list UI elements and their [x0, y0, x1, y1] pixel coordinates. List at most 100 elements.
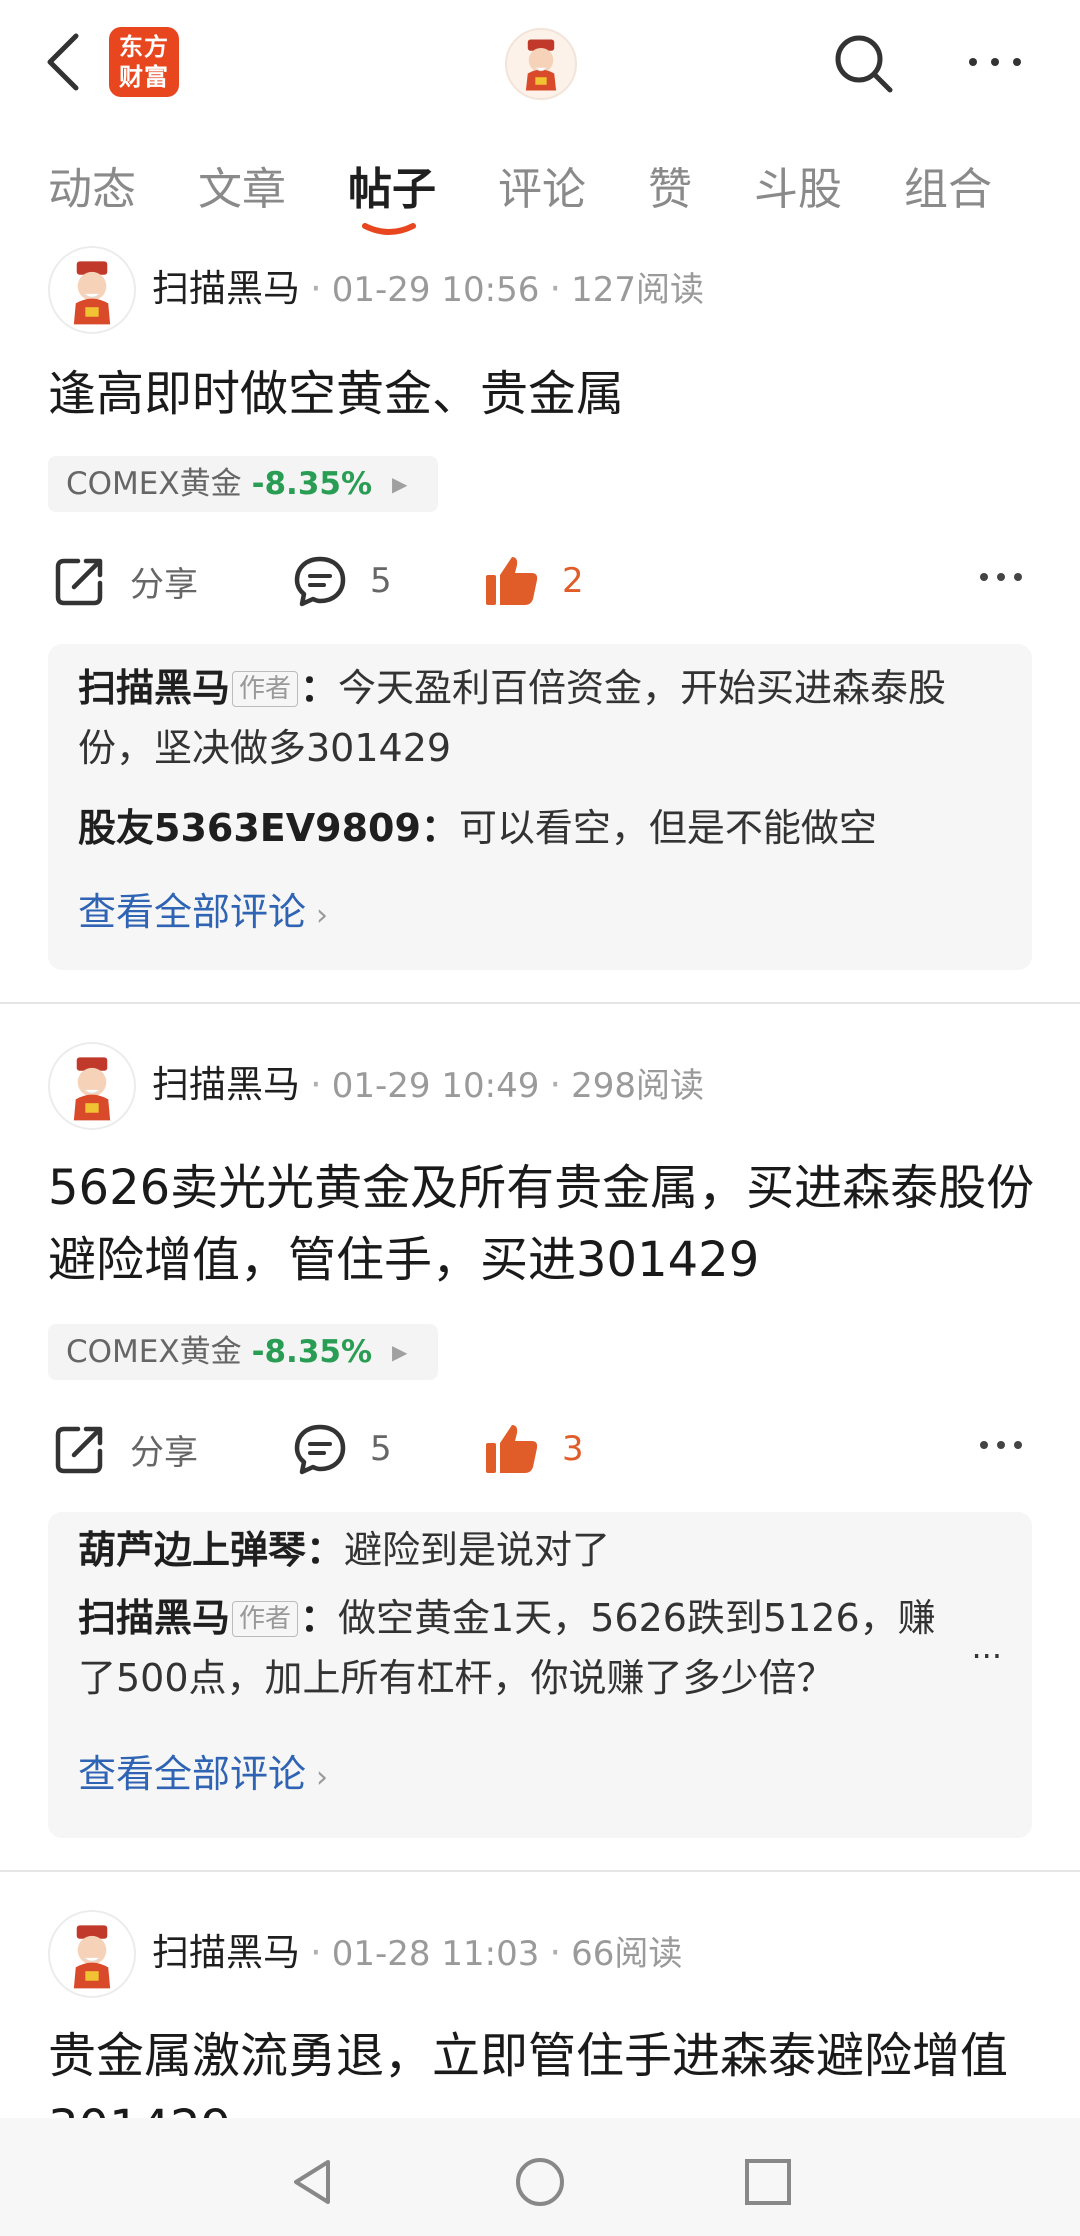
view-all-comments-link[interactable]: 查看全部评论 ›: [78, 882, 328, 946]
author-avatar[interactable]: [48, 1042, 136, 1130]
meta-separator: ·: [310, 267, 322, 310]
read-count: 127阅读: [571, 270, 705, 310]
post-divider: [0, 1002, 1080, 1004]
caishen-avatar-icon: [73, 261, 111, 325]
comment-colon: ：: [300, 1596, 339, 1640]
meta-separator: ·: [549, 1063, 562, 1106]
comment-text: 可以看空，但是不能做空: [458, 806, 877, 850]
tab-comments[interactable]: 评论: [498, 160, 586, 220]
search-icon[interactable]: [830, 30, 896, 96]
author-avatar[interactable]: [48, 1910, 136, 1998]
tab-dynamic[interactable]: 动态: [48, 160, 136, 220]
tab-portfolio[interactable]: 组合: [904, 160, 992, 220]
view-all-comments-link[interactable]: 查看全部评论 ›: [78, 1744, 328, 1808]
thumbs-up-icon: [486, 557, 538, 605]
stock-tag-change: -8.35%: [251, 466, 373, 502]
stock-tag-change: -8.35%: [251, 1334, 373, 1370]
comment-colon: ：: [300, 666, 339, 710]
meta-separator: ·: [549, 1931, 562, 1974]
author-avatar[interactable]: [48, 246, 136, 334]
comment-user[interactable]: 股友5363EV9809: [78, 806, 421, 850]
post-title[interactable]: 5626卖光光黄金及所有贵金属，买进森泰股份避险增值，管住手，买进301429: [48, 1152, 1038, 1296]
post-title[interactable]: 逢高即时做空黄金、贵金属: [48, 358, 1038, 430]
post-card[interactable]: 扫描黑马 · 01-28 11:03 · 66阅读 贵金属激流勇退，立即管住手进森泰避险…: [0, 1904, 1080, 2118]
eastmoney-logo[interactable]: 东方 财富: [109, 27, 179, 97]
share-label: 分享: [130, 1432, 198, 1473]
post-actions: 分享 5 2: [0, 546, 1080, 616]
view-all-label: 查看全部评论: [78, 890, 307, 934]
comment-item[interactable]: 扫描黑马 作者 ：今天盈利百倍资金，开始买进森泰股份，坚决做多301429: [78, 658, 998, 778]
author-badge: 作者: [232, 671, 299, 707]
comment-user[interactable]: 葫芦边上弹琴: [78, 1528, 306, 1572]
comment-preview: 扫描黑马 作者 ：今天盈利百倍资金，开始买进森泰股份，坚决做多301429 股友53…: [48, 644, 1032, 970]
back-arrow-icon[interactable]: [40, 30, 90, 94]
author-name[interactable]: 扫描黑马: [152, 267, 300, 310]
nav-home-icon[interactable]: [512, 2154, 568, 2210]
comment-text: 避险到是说对了: [344, 1528, 611, 1572]
post-time: 01-29 10:56: [331, 270, 540, 310]
comment-colon: ：: [306, 1528, 345, 1572]
post-more-icon[interactable]: [978, 1438, 1024, 1452]
meta-separator: ·: [310, 1931, 322, 1974]
post-meta: 扫描黑马 · 01-28 11:03 · 66阅读: [152, 1928, 682, 1979]
tab-stock-battle[interactable]: 斗股: [754, 160, 842, 220]
comment-user[interactable]: 扫描黑马: [78, 666, 230, 710]
post-divider: [0, 1870, 1080, 1872]
comment-preview: 葫芦边上弹琴：避险到是说对了 扫描黑马 作者 ：做空黄金1天，5626跌到5126，…: [48, 1512, 1032, 1838]
stock-tag[interactable]: COMEX黄金 -8.35% ▶: [48, 1324, 438, 1380]
comment-item[interactable]: 葫芦边上弹琴：避险到是说对了: [78, 1520, 998, 1580]
chevron-right-icon: ›: [316, 898, 329, 933]
tab-posts[interactable]: 帖子: [348, 160, 436, 220]
post-meta: 扫描黑马 · 01-29 10:56 · 127阅读: [152, 264, 704, 315]
post-more-icon[interactable]: [978, 570, 1024, 584]
post-time: 01-29 10:49: [331, 1066, 540, 1106]
comment-count: 5: [370, 561, 392, 601]
top-bar: 东方 财富: [0, 0, 1080, 130]
meta-separator: ·: [310, 1063, 322, 1106]
comment-colon: ：: [420, 806, 459, 850]
comment-button[interactable]: 5: [292, 1414, 392, 1484]
stock-tag[interactable]: COMEX黄金 -8.35% ▶: [48, 456, 438, 512]
post-meta: 扫描黑马 · 01-29 10:49 · 298阅读: [152, 1060, 704, 1111]
comment-user[interactable]: 扫描黑马: [78, 1596, 230, 1640]
view-all-label: 查看全部评论: [78, 1752, 307, 1796]
system-navigation-bar: [0, 2118, 1080, 2236]
comment-bubble-icon: [294, 556, 346, 607]
post-title[interactable]: 贵金属激流勇退，立即管住手进森泰避险增值301429: [48, 2020, 1038, 2118]
active-tab-indicator: [362, 223, 416, 235]
comment-bubble-icon: [294, 1424, 346, 1475]
comment-button[interactable]: 5: [292, 546, 392, 616]
post-actions: 分享 5 3: [0, 1414, 1080, 1484]
comment-count: 5: [370, 1429, 392, 1469]
like-count: 2: [562, 561, 584, 601]
like-button[interactable]: 3: [484, 1414, 584, 1484]
stock-tag-name: COMEX黄金: [66, 466, 242, 502]
caishen-avatar-icon: [73, 1925, 111, 1989]
play-arrow-icon: ▶: [392, 1340, 408, 1364]
play-arrow-icon: ▶: [392, 472, 408, 496]
comment-item[interactable]: 扫描黑马 作者 ：做空黄金1天，5626跌到5126，赚了500点，加上所有杠杆，你…: [78, 1588, 958, 1708]
post-card[interactable]: 扫描黑马 · 01-29 10:56 · 127阅读 逢高即时做空黄金、贵金属 COME…: [0, 240, 1080, 1000]
tab-likes[interactable]: 赞: [648, 160, 692, 220]
post-card[interactable]: 扫描黑马 · 01-29 10:49 · 298阅读 5626卖光光黄金及所有贵金属，买…: [0, 1036, 1080, 1866]
logo-line-2: 财富: [119, 63, 169, 91]
meta-separator: ·: [549, 267, 562, 310]
stock-tag-name: COMEX黄金: [66, 1334, 242, 1370]
chevron-right-icon: ›: [316, 1760, 329, 1795]
comment-item[interactable]: 股友5363EV9809：可以看空，但是不能做空: [78, 798, 998, 858]
user-avatar[interactable]: [505, 28, 577, 100]
share-button[interactable]: 分享: [52, 1414, 198, 1484]
share-label: 分享: [130, 564, 198, 605]
more-options-icon[interactable]: [965, 48, 1025, 76]
author-name[interactable]: 扫描黑马: [152, 1063, 300, 1106]
author-badge: 作者: [232, 1601, 299, 1637]
nav-back-icon[interactable]: [284, 2154, 340, 2210]
author-name[interactable]: 扫描黑马: [152, 1931, 300, 1974]
share-button[interactable]: 分享: [52, 546, 198, 616]
logo-line-1: 东方: [119, 33, 169, 61]
tab-articles[interactable]: 文章: [198, 160, 286, 220]
truncation-ellipsis: ...: [971, 1628, 1002, 1666]
like-button[interactable]: 2: [484, 546, 584, 616]
thumbs-up-icon: [486, 1425, 538, 1473]
nav-recents-icon[interactable]: [740, 2154, 796, 2210]
